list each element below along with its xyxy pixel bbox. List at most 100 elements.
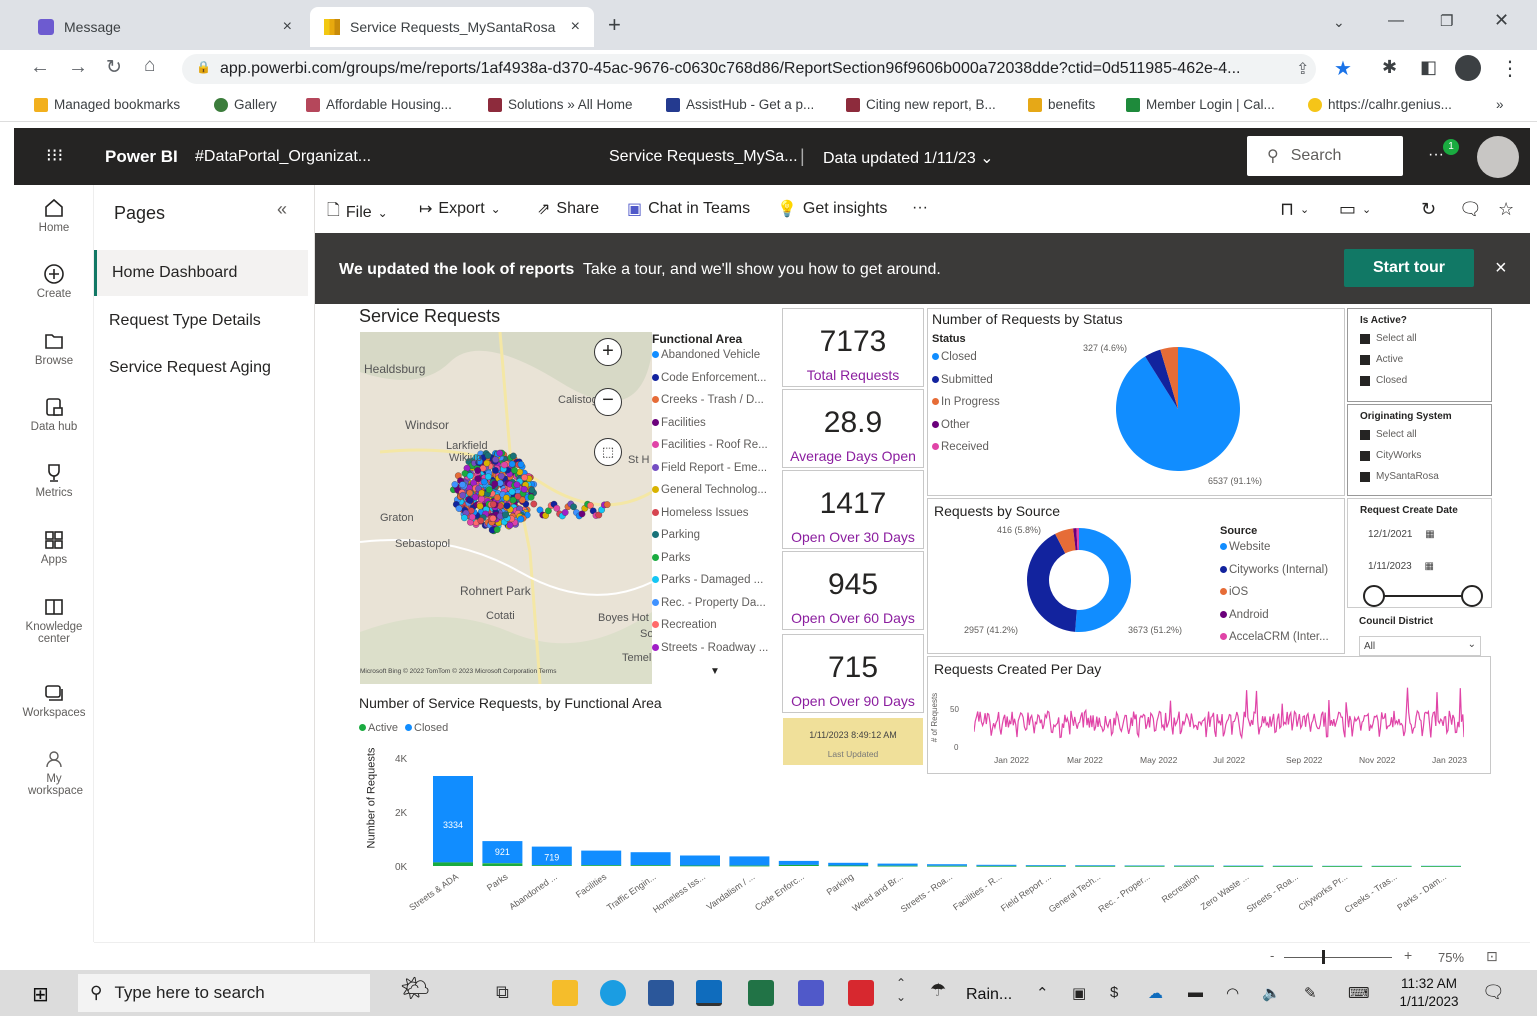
date-range-end-handle[interactable] — [1461, 585, 1483, 607]
is-active-slicer[interactable]: Is Active? Select all Active Closed — [1347, 308, 1492, 402]
wifi-icon[interactable]: ◠ — [1226, 984, 1239, 1002]
keyboard-icon[interactable]: ⌨ — [1348, 984, 1370, 1002]
export-menu[interactable]: ↦ Export ⌄ — [419, 199, 501, 219]
map-legend-item[interactable]: Parks - Damaged ... — [652, 574, 776, 597]
view-icon[interactable]: ▭ ⌄ — [1339, 199, 1371, 220]
home-browser-icon[interactable]: ⌂ — [144, 55, 155, 77]
zoom-in-button[interactable]: + — [594, 338, 622, 366]
legend-item-closed[interactable]: Closed — [401, 722, 448, 734]
bookmark-star-icon[interactable]: ★ — [1334, 56, 1352, 81]
legend-item[interactable]: iOS — [1220, 586, 1248, 598]
slicer-option[interactable]: Active — [1360, 354, 1403, 365]
menu-kebab-icon[interactable]: ⋮ — [1500, 56, 1520, 81]
slicer-option[interactable]: CityWorks — [1360, 450, 1421, 461]
start-tour-button[interactable]: Start tour — [1344, 249, 1474, 287]
profile-avatar[interactable] — [1455, 55, 1481, 81]
page-home-dashboard[interactable]: Home Dashboard — [94, 250, 308, 296]
zoom-out-icon[interactable]: - — [1270, 948, 1274, 963]
map-select-button[interactable]: ⬚ — [594, 438, 622, 466]
map-legend-item[interactable]: Parks — [652, 552, 776, 575]
acrobat-icon[interactable] — [848, 980, 874, 1006]
legend-item[interactable]: Cityworks (Internal) — [1220, 564, 1328, 576]
new-tab-button[interactable]: + — [608, 12, 621, 38]
comment-icon[interactable]: 🗨 — [1459, 199, 1482, 220]
map-legend-item[interactable]: Streets - Roadway ... — [652, 642, 776, 665]
app-name[interactable]: Power BI — [105, 147, 178, 167]
search-box[interactable]: ⚲ Search — [1247, 136, 1403, 176]
page-request-type-details[interactable]: Request Type Details — [94, 298, 308, 344]
bar-active[interactable] — [828, 865, 869, 867]
bar-active[interactable] — [630, 865, 671, 866]
bar-active[interactable] — [1223, 866, 1264, 867]
service-requests-map[interactable]: Healdsburg Calistoga Windsor Larkfield W… — [360, 332, 652, 684]
page-service-request-aging[interactable]: Service Request Aging — [94, 345, 308, 391]
clock[interactable]: 11:32 AM 1/11/2023 — [1394, 976, 1464, 1009]
request-create-date-slicer[interactable]: Request Create Date 12/1/2021 ▦ 1/11/202… — [1347, 498, 1492, 608]
bookmark-managed[interactable]: Managed bookmarks — [34, 97, 180, 112]
bookmark-benefits[interactable]: benefits — [1028, 97, 1095, 112]
bar-closed[interactable] — [877, 863, 918, 866]
nav-knowledge-center[interactable]: Knowledge center — [14, 596, 94, 645]
bookmark-solutions[interactable]: Solutions » All Home — [488, 97, 633, 112]
nav-workspaces[interactable]: Workspaces — [14, 682, 94, 719]
council-district-dropdown[interactable]: All ⌄ — [1359, 636, 1481, 656]
more-options-button[interactable]: ··· — [912, 199, 928, 217]
bookmarks-more[interactable]: » — [1496, 97, 1504, 112]
fit-to-page-icon[interactable]: ⊡ — [1486, 948, 1498, 965]
legend-item-active[interactable]: Active — [359, 722, 398, 734]
bar-active[interactable] — [927, 865, 967, 867]
map-legend-item[interactable]: Recreation — [652, 619, 776, 642]
slicer-option[interactable]: Select all — [1360, 429, 1417, 440]
legend-item[interactable]: Received — [932, 441, 989, 453]
legend-item[interactable]: In Progress — [932, 396, 1000, 408]
nav-apps[interactable]: Apps — [14, 529, 94, 566]
user-avatar[interactable] — [1477, 136, 1519, 178]
zoom-out-button[interactable]: − — [594, 388, 622, 416]
date-range-start-handle[interactable] — [1363, 585, 1385, 607]
legend-item[interactable]: Submitted — [932, 374, 993, 386]
teams-icon[interactable] — [798, 980, 824, 1006]
close-banner-icon[interactable]: × — [1495, 257, 1507, 280]
pie-slice[interactable] — [1075, 528, 1131, 632]
map-legend-item[interactable]: Field Report - Eme... — [652, 462, 776, 485]
requests-by-status-visual[interactable]: Number of Requests by Status Status Clos… — [927, 308, 1345, 496]
zoom-in-icon[interactable]: + — [1404, 947, 1412, 963]
bookmark-gallery[interactable]: Gallery — [214, 97, 277, 112]
battery-icon[interactable]: ▬ — [1188, 984, 1203, 1001]
sidepanel-icon[interactable]: ◧ — [1420, 57, 1437, 78]
back-icon[interactable]: ← — [30, 56, 50, 79]
bar-active[interactable] — [1025, 865, 1066, 867]
date-end-field[interactable]: 1/11/2023 ▦ — [1368, 561, 1434, 572]
originating-system-slicer[interactable]: Originating System Select all CityWorks … — [1347, 404, 1492, 496]
extensions-icon[interactable]: ✱ — [1382, 57, 1397, 78]
bookmark-affordable-housing[interactable]: Affordable Housing... — [306, 97, 452, 112]
nav-metrics[interactable]: Metrics — [14, 462, 94, 499]
bar-active[interactable] — [1322, 866, 1363, 867]
tray-teams-icon[interactable]: ▣ — [1072, 984, 1086, 1002]
map-legend-item[interactable]: Homeless Issues — [652, 507, 776, 530]
url-field[interactable]: 🔒 app.powerbi.com/groups/me/reports/1af4… — [182, 54, 1316, 84]
tray-chevron-icon[interactable]: ⌃ — [1036, 984, 1049, 1002]
bookmark-citing[interactable]: Citing new report, B... — [846, 97, 996, 112]
bar-active[interactable] — [531, 865, 572, 866]
bookmark-member-login[interactable]: Member Login | Cal... — [1126, 97, 1275, 112]
share-page-icon[interactable]: ⇪ — [1296, 59, 1309, 79]
windows-start-icon[interactable]: ⊞ — [32, 982, 49, 1007]
close-window-icon[interactable]: ✕ — [1494, 10, 1509, 31]
bar-active[interactable] — [1124, 865, 1165, 867]
bar-active[interactable] — [976, 865, 1017, 867]
app-launcher-icon[interactable]: ⁝⁝⁝ — [46, 145, 63, 166]
favorite-star-icon[interactable]: ☆ — [1498, 199, 1514, 220]
bar-active[interactable] — [581, 865, 622, 866]
collapse-pages-icon[interactable]: « — [277, 199, 287, 220]
bar-closed[interactable] — [1025, 865, 1066, 866]
bar-active[interactable] — [1075, 865, 1116, 867]
map-legend-item[interactable]: General Technolog... — [652, 484, 776, 507]
tab-message[interactable]: Message × — [24, 7, 306, 47]
bookmark-assisthub[interactable]: AssistHub - Get a p... — [666, 97, 814, 112]
legend-item[interactable]: AccelaCRM (Inter... — [1220, 631, 1329, 643]
bar-active[interactable] — [778, 864, 819, 866]
nav-browse[interactable]: Browse — [14, 330, 94, 367]
notifications-icon[interactable]: ··· — [1428, 146, 1444, 164]
bookmark-calhr[interactable]: https://calhr.genius... — [1308, 97, 1452, 112]
